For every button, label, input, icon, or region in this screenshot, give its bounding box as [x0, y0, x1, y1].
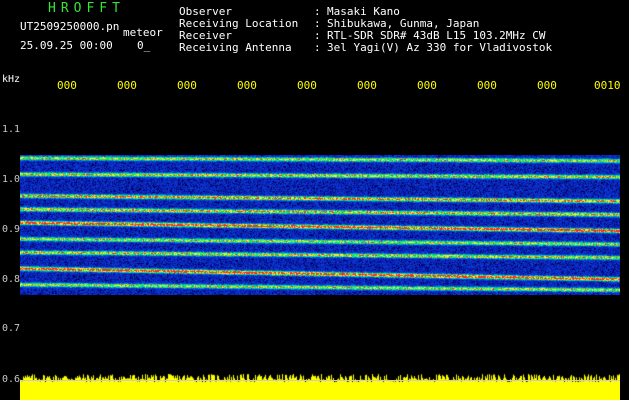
y-tick-label: 1.1	[2, 124, 21, 135]
observer-label: Observer	[179, 5, 232, 18]
power-plot	[20, 372, 620, 400]
time-tick-label: 000	[177, 79, 197, 92]
time-tick-label: 000	[537, 79, 557, 92]
y-tick-label: 0.8	[2, 274, 21, 285]
y-tick-label: 1.0	[2, 174, 21, 185]
y-tick-label: 0.6	[2, 374, 21, 385]
power-baseline	[20, 380, 620, 381]
location-label: Receiving Location	[179, 17, 299, 30]
time-tick-label: 000	[237, 79, 257, 92]
antenna-separator: :	[314, 41, 321, 54]
location-value: Shibukawa, Gunma, Japan	[327, 17, 480, 30]
datetime: 25.09.25 00:00	[20, 39, 113, 52]
receiver-separator: :	[314, 29, 321, 42]
antenna-label: Receiving Antenna	[179, 41, 292, 54]
spectrogram	[20, 155, 620, 295]
time-tick-label: 000	[417, 79, 437, 92]
receiver-value: RTL-SDR SDR# 43dB L15 103.2MHz CW	[327, 29, 546, 42]
y-tick-label: 0.7	[2, 323, 21, 334]
time-tick-label: 000	[477, 79, 497, 92]
app-title: HROFFT	[48, 1, 125, 16]
antenna-value: 3el Yagi(V) Az 330 for Vladivostok	[327, 41, 553, 54]
time-tick-label: 000	[357, 79, 377, 92]
file-name: UT2509250000.pn	[20, 20, 120, 33]
time-tick-label: 000	[117, 79, 137, 92]
observer-separator: :	[314, 5, 321, 18]
time-tick-label: 000	[297, 79, 317, 92]
datetime-suffix: 0_	[137, 39, 151, 52]
location-separator: :	[314, 17, 321, 30]
receiver-label: Receiver	[179, 29, 232, 42]
event-type: meteor	[123, 26, 163, 39]
time-tick-label: 000	[57, 79, 77, 92]
y-tick-label: 0.9	[2, 224, 21, 235]
observer-value: Masaki Kano	[327, 5, 400, 18]
time-tick-label: 0010	[594, 79, 621, 92]
frequency-unit-label: kHz	[2, 74, 21, 85]
